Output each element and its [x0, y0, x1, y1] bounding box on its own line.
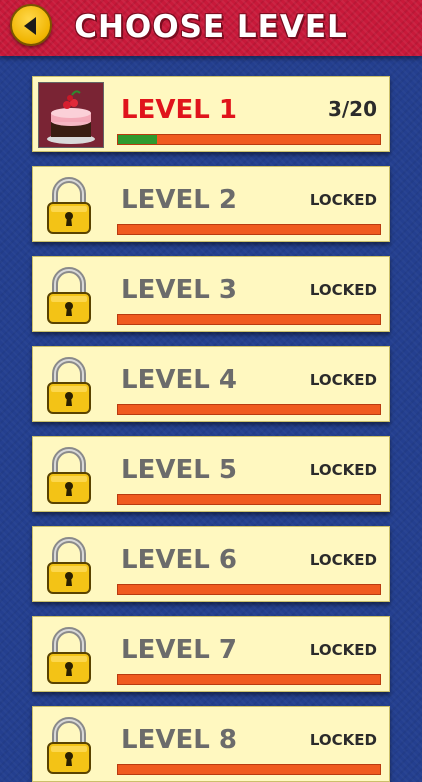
level-name: LEVEL 4	[121, 365, 237, 395]
progress-count: 3/20	[327, 97, 377, 121]
level-name: LEVEL 8	[121, 725, 237, 755]
level-card[interactable]: LEVEL 4 LOCKED	[32, 346, 390, 422]
level-name: LEVEL 7	[121, 635, 237, 665]
progress-bar-fill	[118, 135, 158, 144]
padlock-icon	[46, 717, 92, 779]
level-card[interactable]: LEVEL 1 3/20	[32, 76, 390, 152]
level-list: LEVEL 1 3/20 LEVEL 2 LOCKED LEVEL 3 LOCKED …	[0, 0, 422, 782]
padlock-icon	[46, 177, 92, 239]
level-card[interactable]: LEVEL 8 LOCKED	[32, 706, 390, 782]
level-card[interactable]: LEVEL 2 LOCKED	[32, 166, 390, 242]
padlock-icon	[46, 627, 92, 689]
progress-bar	[117, 494, 381, 505]
progress-bar	[117, 584, 381, 595]
level-card[interactable]: LEVEL 5 LOCKED	[32, 436, 390, 512]
progress-bar	[117, 764, 381, 775]
progress-bar	[117, 314, 381, 325]
level-card[interactable]: LEVEL 6 LOCKED	[32, 526, 390, 602]
padlock-icon	[46, 537, 92, 599]
progress-bar	[117, 224, 381, 235]
locked-label: LOCKED	[309, 281, 377, 299]
header-bar: CHOOSE LEVEL	[0, 0, 422, 56]
padlock-icon	[46, 267, 92, 329]
padlock-icon	[46, 447, 92, 509]
level-name: LEVEL 5	[121, 455, 237, 485]
level-name: LEVEL 6	[121, 545, 237, 575]
cake-thumbnail	[38, 82, 104, 148]
locked-label: LOCKED	[309, 551, 377, 569]
level-name: LEVEL 1	[121, 95, 237, 125]
locked-label: LOCKED	[309, 641, 377, 659]
locked-label: LOCKED	[309, 731, 377, 749]
locked-label: LOCKED	[309, 461, 377, 479]
level-card[interactable]: LEVEL 7 LOCKED	[32, 616, 390, 692]
progress-bar	[117, 404, 381, 415]
level-card[interactable]: LEVEL 3 LOCKED	[32, 256, 390, 332]
locked-label: LOCKED	[309, 371, 377, 389]
padlock-icon	[46, 357, 92, 419]
page-title: CHOOSE LEVEL	[74, 9, 348, 45]
locked-label: LOCKED	[309, 191, 377, 209]
progress-bar	[117, 134, 381, 145]
level-name: LEVEL 3	[121, 275, 237, 305]
progress-bar	[117, 674, 381, 685]
level-name: LEVEL 2	[121, 185, 237, 215]
